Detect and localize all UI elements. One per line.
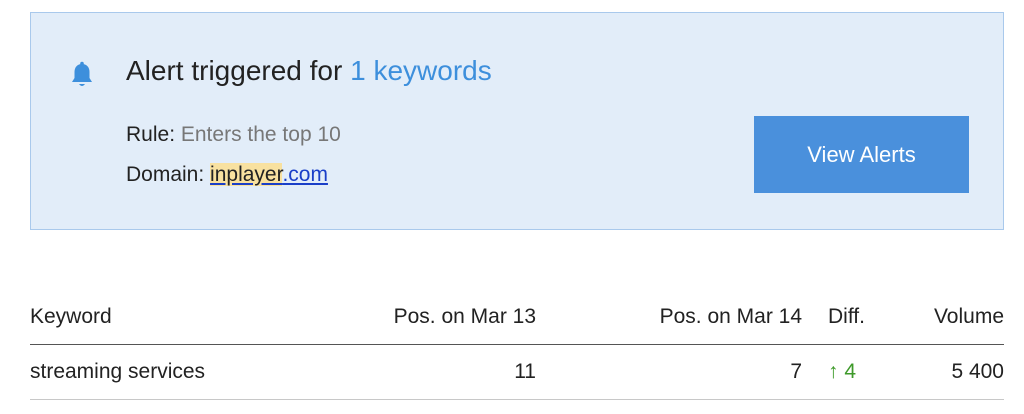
table-header-row: Keyword Pos. on Mar 13 Pos. on Mar 14 Di… xyxy=(30,290,1004,345)
domain-line: Domain: inplayer.com xyxy=(126,163,328,187)
arrow-up-icon: ↑ xyxy=(828,360,839,383)
col-keyword: Keyword xyxy=(30,290,340,345)
domain-suffix: .com xyxy=(282,163,328,186)
cell-diff: ↑ 4 xyxy=(802,344,924,400)
alert-title: Alert triggered for 1 keywords xyxy=(126,55,492,87)
diff-value: 4 xyxy=(844,360,857,383)
domain-label: Domain: xyxy=(126,163,205,186)
keywords-table: Keyword Pos. on Mar 13 Pos. on Mar 14 Di… xyxy=(30,290,1004,400)
cell-keyword: streaming services xyxy=(30,344,340,400)
table-row: streaming services 11 7 ↑ 4 5 400 xyxy=(30,344,1004,400)
rule-value: Enters the top 10 xyxy=(180,123,341,146)
cell-volume: 5 400 xyxy=(924,344,1004,400)
alert-title-text: Alert triggered for xyxy=(126,55,351,86)
alert-panel: Alert triggered for 1 keywords Rule: Ent… xyxy=(30,12,1004,230)
domain-link[interactable]: inplayer.com xyxy=(210,163,328,186)
cell-pos-mar14: 7 xyxy=(536,344,802,400)
col-pos-mar14: Pos. on Mar 14 xyxy=(536,290,802,345)
col-volume: Volume xyxy=(924,290,1004,345)
alert-keyword-count: 1 keywords xyxy=(350,55,492,86)
view-alerts-button[interactable]: View Alerts xyxy=(754,116,969,193)
domain-highlight: inplayer xyxy=(210,163,283,186)
col-diff: Diff. xyxy=(802,290,924,345)
rule-line: Rule: Enters the top 10 xyxy=(126,123,341,147)
bell-icon xyxy=(72,61,92,86)
col-pos-mar13: Pos. on Mar 13 xyxy=(340,290,536,345)
rule-label: Rule: xyxy=(126,123,176,146)
cell-pos-mar13: 11 xyxy=(340,344,536,400)
